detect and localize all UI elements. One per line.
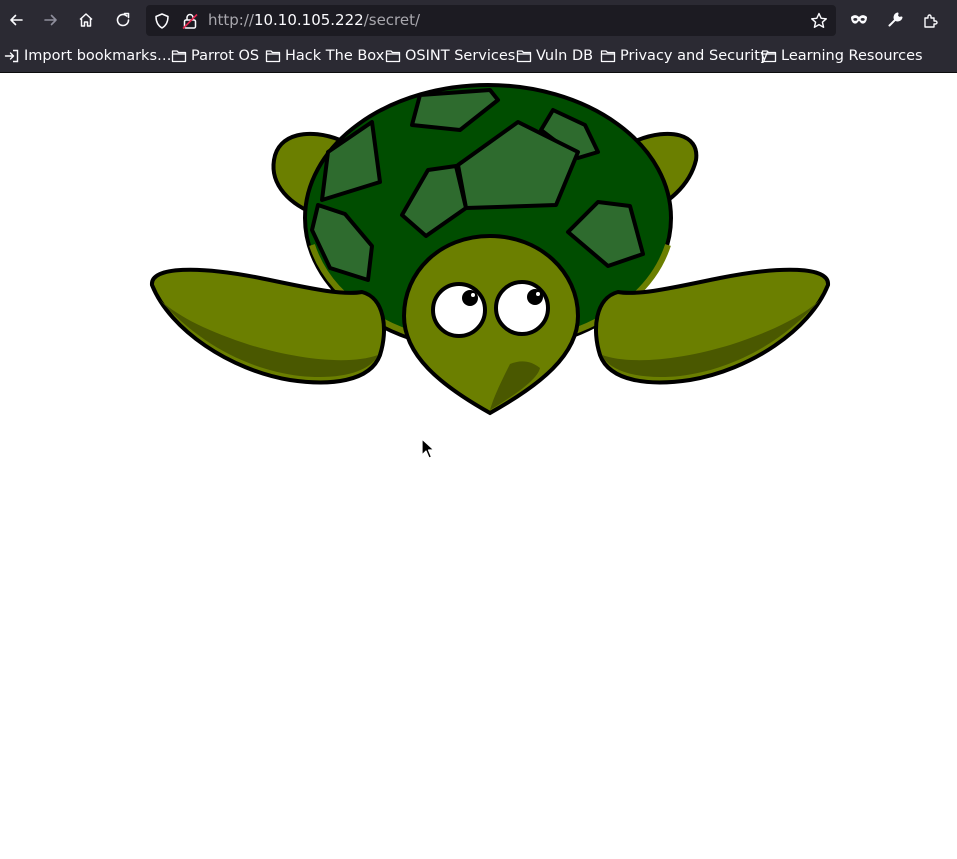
bookmark-label: Privacy and Security — [620, 48, 769, 64]
import-icon — [4, 49, 19, 63]
back-icon — [10, 14, 23, 26]
turtle-right-eye — [494, 280, 550, 336]
folder-icon — [600, 50, 616, 63]
folder-icon — [516, 50, 532, 63]
bookmark-label: Vuln DB — [536, 48, 594, 64]
extensions-button[interactable] — [915, 4, 947, 36]
mouse-cursor-icon — [421, 438, 435, 459]
home-button[interactable] — [70, 4, 102, 36]
forward-icon — [44, 14, 57, 26]
url-scheme: http:// — [208, 11, 254, 29]
bookmark-folder-privacy-and-security[interactable]: Privacy and Security — [600, 45, 769, 67]
bookmark-folder-osint-services[interactable]: OSINT Services — [385, 45, 515, 67]
reload-button[interactable] — [107, 4, 139, 36]
bookmarks-toolbar: Import bookmarks… Parrot OS Hack The Box… — [0, 40, 957, 72]
bookmark-label: Parrot OS — [191, 48, 260, 64]
bookmark-label: OSINT Services — [405, 48, 516, 64]
extensions-icon — [924, 14, 938, 28]
url-path: /secret/ — [363, 11, 421, 29]
turtle-left-eye — [431, 282, 487, 338]
bookmark-label: Import bookmarks… — [24, 48, 172, 64]
folder-icon — [265, 50, 281, 63]
page-content — [0, 73, 957, 859]
folder-icon — [171, 50, 187, 63]
url-host: 10.10.105.222 — [253, 11, 364, 29]
bookmark-import[interactable]: Import bookmarks… — [4, 45, 172, 67]
bookmark-folder-hack-the-box[interactable]: Hack The Box — [265, 45, 384, 67]
bookmark-folder-parrot-os[interactable]: Parrot OS — [171, 45, 259, 67]
bookmark-label: Hack The Box — [285, 48, 385, 64]
turtle-left-pupil — [462, 290, 478, 306]
url-text[interactable]: http://10.10.105.222/secret/ — [208, 11, 420, 30]
turtle-right-pupil — [527, 289, 543, 305]
home-icon — [79, 13, 93, 27]
bookmark-label: Learning Resources — [781, 48, 923, 64]
star-icon[interactable] — [809, 11, 829, 31]
bookmark-folder-learning-resources[interactable]: Learning Resources — [761, 45, 923, 67]
back-button[interactable] — [0, 4, 32, 36]
folder-icon — [385, 50, 401, 63]
navigation-toolbar: http://10.10.105.222/secret/ — [0, 0, 957, 40]
bookmark-folder-vuln-db[interactable]: Vuln DB — [516, 45, 593, 67]
wrench-icon — [888, 12, 903, 27]
reload-icon — [116, 12, 130, 27]
mask-icon — [851, 15, 867, 24]
insecure-lock-icon[interactable] — [181, 12, 199, 30]
forward-button[interactable] — [35, 4, 67, 36]
turtle-head — [401, 233, 581, 416]
url-bar[interactable]: http://10.10.105.222/secret/ — [146, 5, 836, 36]
turtle-image — [150, 83, 830, 416]
developer-tools-button[interactable] — [879, 4, 911, 36]
browser-chrome: http://10.10.105.222/secret/ Import book… — [0, 0, 957, 73]
shield-icon[interactable] — [153, 12, 171, 30]
private-browsing-button[interactable] — [843, 4, 875, 36]
folder-icon — [761, 50, 777, 63]
